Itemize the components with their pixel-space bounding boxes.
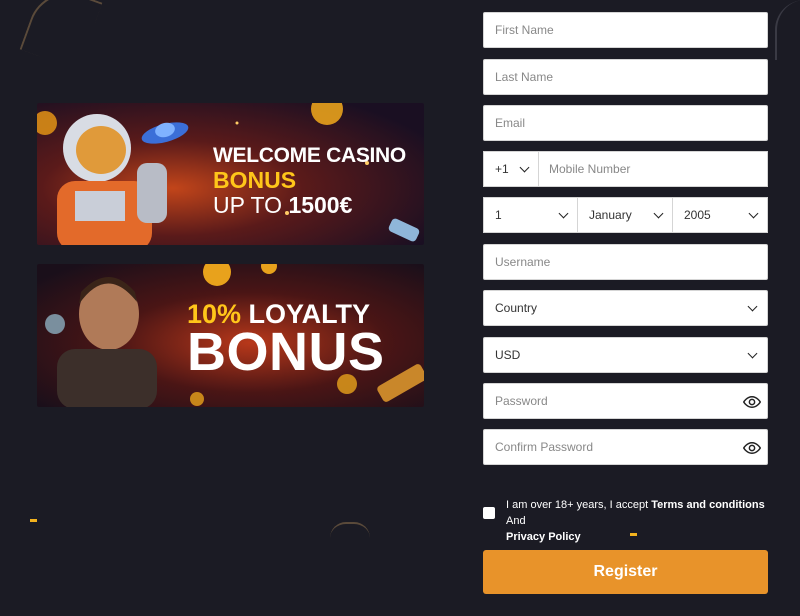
bonus-amount: 1500€ xyxy=(288,192,353,218)
username-input[interactable] xyxy=(484,245,767,279)
dob-row: 1 January 2005 xyxy=(483,197,768,233)
mobile-field-wrap xyxy=(539,151,768,187)
welcome-bonus-banner[interactable]: WELCOME CASINO BONUS UP TO 1500€ xyxy=(37,103,424,245)
age-consent-checkbox[interactable] xyxy=(483,507,495,519)
username-field-wrap xyxy=(483,244,768,280)
last-name-field-wrap xyxy=(483,59,768,95)
consent-prefix: I am over 18+ years, I accept xyxy=(506,499,652,511)
consent-and: And xyxy=(506,515,526,527)
email-input[interactable] xyxy=(484,106,767,140)
terms-link[interactable]: Terms and conditions xyxy=(651,499,764,511)
currency-value: USD xyxy=(495,348,521,362)
dob-month-value: January xyxy=(589,208,632,222)
decor-arc xyxy=(19,0,103,71)
chevron-down-icon xyxy=(519,162,530,172)
banner-line: BONUS xyxy=(213,167,297,193)
country-value: Country xyxy=(495,301,538,315)
currency-select[interactable]: USD xyxy=(483,337,768,373)
banner-prefix: UP TO xyxy=(213,192,289,218)
first-name-input[interactable] xyxy=(484,13,767,47)
loyalty-bonus-text: 10% LOYALTY BONUS xyxy=(187,300,385,382)
phone-code-value: +1 xyxy=(495,162,509,176)
chevron-down-icon xyxy=(747,301,758,311)
confirm-password-field-wrap xyxy=(483,429,768,465)
banner-line: UP TO 1500€ xyxy=(213,193,406,218)
banner-line: BONUS xyxy=(187,322,385,382)
dob-month-select[interactable]: January xyxy=(578,197,673,233)
chevron-down-icon xyxy=(558,208,569,218)
dob-year-select[interactable]: 2005 xyxy=(673,197,768,233)
dob-year-value: 2005 xyxy=(684,208,711,222)
phone-code-select[interactable]: +1 xyxy=(483,151,539,187)
chevron-down-icon xyxy=(747,348,758,358)
banner-line: WELCOME CASINO xyxy=(213,144,406,167)
loyalty-bonus-banner[interactable]: 10% LOYALTY BONUS xyxy=(37,264,424,407)
confirm-password-input[interactable] xyxy=(484,430,767,464)
privacy-link[interactable]: Privacy Policy xyxy=(506,531,581,543)
mobile-number-input[interactable] xyxy=(539,152,767,186)
chevron-down-icon xyxy=(653,208,664,218)
phone-row: +1 xyxy=(483,151,768,187)
register-button[interactable]: Register xyxy=(483,550,768,594)
dob-day-select[interactable]: 1 xyxy=(483,197,578,233)
chevron-down-icon xyxy=(748,208,759,218)
password-field-wrap xyxy=(483,383,768,419)
last-name-input[interactable] xyxy=(484,60,767,94)
password-input[interactable] xyxy=(484,384,767,418)
consent-text: I am over 18+ years, I accept Terms and … xyxy=(506,497,773,545)
decor-arc xyxy=(330,522,370,538)
dob-day-value: 1 xyxy=(495,208,502,222)
welcome-bonus-text: WELCOME CASINO BONUS UP TO 1500€ xyxy=(213,143,406,218)
country-select[interactable]: Country xyxy=(483,290,768,326)
email-field-wrap xyxy=(483,105,768,141)
first-name-field-wrap xyxy=(483,12,768,48)
decor-arc xyxy=(775,0,800,60)
age-consent: I am over 18+ years, I accept Terms and … xyxy=(483,497,773,545)
eye-icon[interactable] xyxy=(743,393,761,411)
decor-spark xyxy=(30,519,37,522)
eye-icon[interactable] xyxy=(743,439,761,457)
